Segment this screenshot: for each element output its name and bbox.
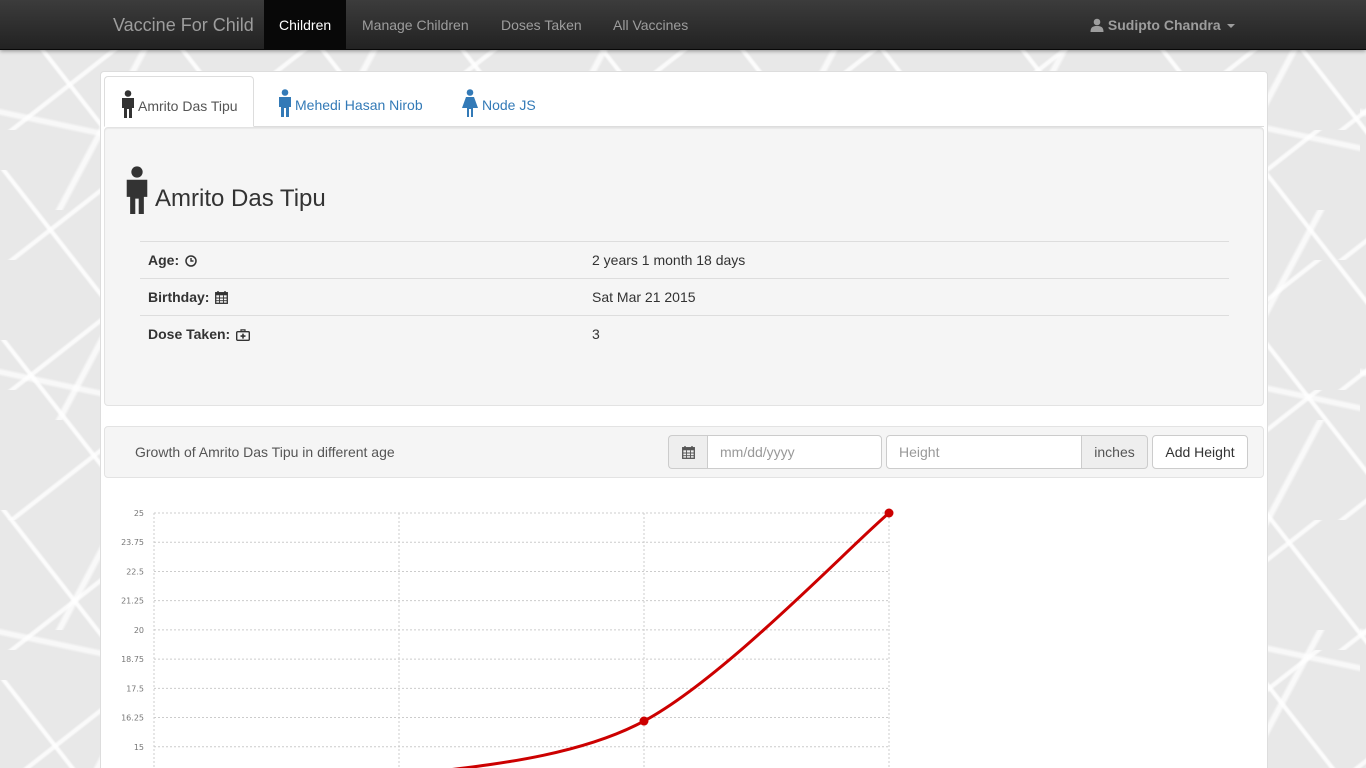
nav-doses-taken[interactable]: Doses Taken bbox=[486, 0, 597, 50]
user-name: Sudipto Chandra bbox=[1107, 17, 1221, 33]
top-navbar: Vaccine For Child Children Manage Childr… bbox=[0, 0, 1366, 50]
child-name: Amrito Das Tipu bbox=[155, 185, 326, 212]
add-height-button[interactable]: Add Height bbox=[1152, 435, 1248, 469]
nav-all-vaccines[interactable]: All Vaccines bbox=[598, 0, 703, 50]
medkit-icon bbox=[236, 329, 251, 342]
y-tick-label: 17.5 bbox=[126, 684, 144, 693]
y-tick-label: 18.75 bbox=[121, 655, 144, 664]
height-input[interactable] bbox=[886, 435, 1082, 469]
caret-down-icon bbox=[1226, 24, 1235, 29]
tab-mehedi-hasan-nirob[interactable]: Mehedi Hasan Nirob bbox=[262, 76, 438, 127]
birthday-label-cell: Birthday: bbox=[140, 278, 584, 316]
tab-label: Node JS bbox=[482, 97, 536, 113]
calendar-icon bbox=[215, 291, 229, 304]
growth-toolbar: Growth of Amrito Das Tipu in different a… bbox=[104, 426, 1264, 478]
main-panel: Amrito Das Tipu Mehedi Hasan Nirob Node … bbox=[100, 71, 1268, 768]
table-row: Dose Taken: 3 bbox=[140, 315, 1229, 353]
growth-chart: 2523.7522.521.252018.7517.516.251513.75 bbox=[111, 497, 911, 768]
growth-title: Growth of Amrito Das Tipu in different a… bbox=[135, 444, 395, 460]
brand-link[interactable]: Vaccine For Child bbox=[113, 0, 254, 50]
nav-children[interactable]: Children bbox=[264, 0, 347, 50]
tab-label: Mehedi Hasan Nirob bbox=[295, 97, 423, 113]
male-icon bbox=[122, 90, 134, 118]
y-tick-label: 22.5 bbox=[126, 567, 144, 576]
y-tick-label: 15 bbox=[134, 743, 144, 752]
date-addon bbox=[668, 435, 707, 469]
dose-taken-label: Dose Taken: bbox=[148, 326, 231, 343]
age-label: Age: bbox=[148, 252, 180, 268]
y-tick-label: 21.25 bbox=[121, 597, 144, 606]
y-tick-label: 23.75 bbox=[121, 538, 144, 547]
child-info-table: Age: 2 years 1 month 18 days Birthday: S… bbox=[140, 241, 1229, 353]
child-profile-panel: Amrito Das Tipu Age: 2 years 1 month 18 … bbox=[104, 127, 1264, 406]
child-tabs: Amrito Das Tipu Mehedi Hasan Nirob Node … bbox=[104, 76, 1264, 127]
date-input[interactable] bbox=[707, 435, 882, 469]
tab-label: Amrito Das Tipu bbox=[138, 98, 238, 114]
dose-taken-value: 3 bbox=[584, 315, 1229, 353]
tab-node-js[interactable]: Node JS bbox=[445, 76, 551, 127]
age-value: 2 years 1 month 18 days bbox=[584, 241, 1229, 279]
nav-manage-children[interactable]: Manage Children bbox=[347, 0, 484, 50]
male-icon bbox=[126, 166, 148, 214]
table-row: Age: 2 years 1 month 18 days bbox=[140, 241, 1229, 279]
child-name-heading: Amrito Das Tipu bbox=[123, 166, 326, 214]
y-tick-label: 16.25 bbox=[121, 714, 144, 723]
table-row: Birthday: Sat Mar 21 2015 bbox=[140, 278, 1229, 316]
y-tick-label: 25 bbox=[134, 509, 144, 518]
y-tick-label: 20 bbox=[134, 626, 144, 635]
tab-amrito-das-tipu[interactable]: Amrito Das Tipu bbox=[104, 76, 254, 127]
calendar-icon bbox=[681, 446, 695, 459]
female-icon bbox=[462, 89, 478, 117]
user-icon bbox=[1090, 18, 1104, 32]
unit-addon: inches bbox=[1081, 435, 1148, 469]
clock-icon bbox=[185, 255, 197, 267]
data-point bbox=[639, 716, 649, 726]
growth-chart-svg: 2523.7522.521.252018.7517.516.251513.75 bbox=[121, 508, 894, 768]
dose-taken-label-cell: Dose Taken: bbox=[140, 315, 584, 353]
age-label-cell: Age: bbox=[140, 241, 584, 279]
user-menu-dropdown[interactable]: Sudipto Chandra bbox=[1090, 0, 1235, 50]
data-point bbox=[884, 508, 894, 518]
birthday-value: Sat Mar 21 2015 bbox=[584, 278, 1229, 316]
male-icon bbox=[279, 89, 291, 117]
birthday-label: Birthday: bbox=[148, 289, 210, 305]
